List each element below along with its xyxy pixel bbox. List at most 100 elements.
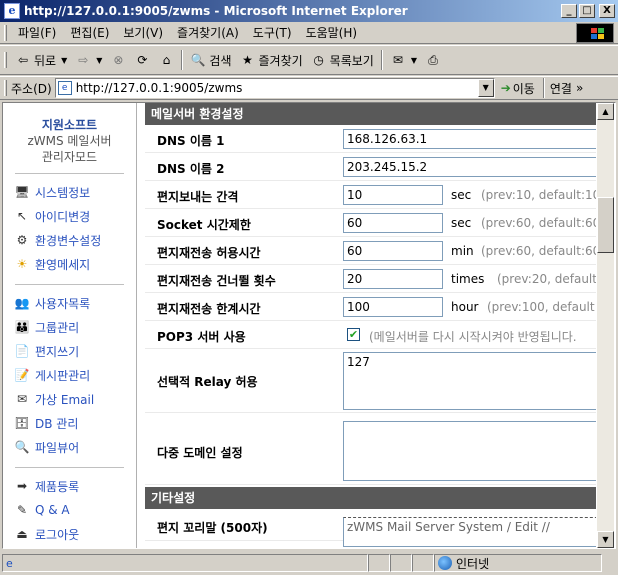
sidebar-item-virtual-email[interactable]: ✉ 가상 Email <box>3 387 136 411</box>
sidebar-item-product-register[interactable]: ➡ 제품등록 <box>3 474 136 498</box>
scroll-down-icon[interactable]: ▼ <box>597 531 614 548</box>
search-icon: 🔍 <box>190 53 206 67</box>
maximize-button[interactable]: □ <box>579 4 595 18</box>
home-button[interactable]: ⌂ <box>154 49 178 71</box>
dns1-input[interactable]: 168.126.63.1 <box>343 129 596 149</box>
status-bar: e 인터넷 <box>0 551 618 575</box>
document-icon: 📄 <box>14 344 30 358</box>
refresh-button[interactable]: ⟳ <box>130 49 154 71</box>
links-more-icon[interactable]: » <box>576 81 583 95</box>
back-button[interactable]: ⇦ 뒤로 ▼ <box>11 49 71 72</box>
address-label: 주소(D) <box>11 81 52 96</box>
sidebar-item-label: 편지쓰기 <box>35 344 80 359</box>
nav-group-system: 🖥 시스템정보 ↖ 아이디변경 ⚙ 환경변수설정 ☀ 환영메세지 <box>3 174 136 276</box>
sidebar-item-file-viewer[interactable]: 🔍 파일뷰어 <box>3 435 136 459</box>
menu-favorites[interactable]: 즐겨찾기(A) <box>170 22 246 43</box>
sidebar-item-welcome-message[interactable]: ☀ 환영메세지 <box>3 252 136 276</box>
sidebar-item-label: 그룹관리 <box>35 320 80 335</box>
sidebar-item-change-id[interactable]: ↖ 아이디변경 <box>3 204 136 228</box>
pop3-label: POP3 서버 사용 <box>157 330 246 344</box>
sidebar-item-label: 게시판관리 <box>35 368 91 383</box>
scroll-up-icon[interactable]: ▲ <box>597 103 614 120</box>
address-grip <box>4 80 7 96</box>
sidebar-item-label: 환영메세지 <box>35 257 91 272</box>
sidebar-item-env-settings[interactable]: ⚙ 환경변수설정 <box>3 228 136 252</box>
row-resend-limit: 편지재전송 한계시간 100 hour (prev:100, default:1… <box>145 293 596 321</box>
favorites-button[interactable]: ★ 즐겨찾기 <box>236 49 307 72</box>
mail-dropdown-icon[interactable]: ▼ <box>411 56 417 65</box>
sidebar-item-db-management[interactable]: 🗄 DB 관리 <box>3 411 136 435</box>
minimize-button[interactable]: _ <box>561 4 577 18</box>
forward-dropdown-icon[interactable]: ▼ <box>96 56 102 65</box>
socket-timeout-input[interactable]: 60 <box>343 213 443 233</box>
send-interval-input[interactable]: 10 <box>343 185 443 205</box>
pop3-checkbox[interactable]: ✔ <box>347 328 360 341</box>
menu-tools[interactable]: 도구(T) <box>246 22 299 43</box>
users-icon: 👥 <box>14 296 30 310</box>
resend-limit-input[interactable]: 100 <box>343 297 443 317</box>
sidebar-item-label: 가상 Email <box>35 392 95 407</box>
status-pane-3 <box>412 554 434 572</box>
search-button[interactable]: 🔍 검색 <box>186 49 235 72</box>
sidebar-item-write-mail[interactable]: 📄 편지쓰기 <box>3 339 136 363</box>
sidebar-item-board-management[interactable]: 📝 게시판관리 <box>3 363 136 387</box>
admin-sidebar: 지원소프트 zWMS 메일서버 관리자모드 🖥 시스템정보 ↖ 아이디변경 ⚙ … <box>3 103 137 548</box>
address-dropdown-icon[interactable]: ▼ <box>477 79 494 97</box>
database-icon: 🗄 <box>14 416 30 430</box>
socket-timeout-hint: (prev:60, default:60) <box>481 216 596 230</box>
status-main: e <box>2 554 368 572</box>
history-icon: ◷ <box>313 53 324 67</box>
resend-skip-input[interactable]: 20 <box>343 269 443 289</box>
print-button[interactable]: ⎙ <box>421 49 445 71</box>
notebook-icon: 📝 <box>14 368 30 382</box>
menu-file[interactable]: 파일(F) <box>11 22 63 43</box>
home-icon: ⌂ <box>162 53 171 67</box>
resend-allow-input[interactable]: 60 <box>343 241 443 261</box>
sidebar-item-label: 시스템정보 <box>35 185 91 200</box>
multi-domain-textarea[interactable] <box>343 421 596 481</box>
sidebar-item-label: DB 관리 <box>35 416 79 431</box>
relay-textarea[interactable]: 127 <box>343 352 596 410</box>
sidebar-item-label: 아이디변경 <box>35 209 91 224</box>
scroll-thumb[interactable] <box>597 197 614 253</box>
stop-button[interactable]: ⊗ <box>106 49 130 71</box>
socket-timeout-unit: sec <box>451 216 472 230</box>
signature-textarea[interactable]: zWMS Mail Server System / Edit // <box>343 517 596 547</box>
resend-skip-unit: times <box>451 272 485 286</box>
row-dns2: DNS 이름 2 203.245.15.2 <box>145 153 596 181</box>
sidebar-item-label: Q & A <box>35 503 70 517</box>
sidebar-item-system-info[interactable]: 🖥 시스템정보 <box>3 180 136 204</box>
forward-button[interactable]: ⇨ ▼ <box>71 49 106 71</box>
favorites-icon: ★ <box>242 53 253 67</box>
status-zone: 인터넷 <box>434 554 602 572</box>
sidebar-item-group-management[interactable]: 👪 그룹관리 <box>3 315 136 339</box>
brand-mode: 관리자모드 <box>41 150 98 164</box>
sidebar-item-user-list[interactable]: 👥 사용자목록 <box>3 291 136 315</box>
mail-button[interactable]: ✉ ▼ <box>386 49 421 71</box>
resend-allow-hint: (prev:60, default:60) <box>481 244 596 258</box>
status-pane-1 <box>368 554 390 572</box>
resend-limit-hint: (prev:100, default:10 <box>487 300 596 314</box>
brand-block: 지원소프트 zWMS 메일서버 관리자모드 <box>3 103 136 165</box>
history-button[interactable]: ◷ 목록보기 <box>307 49 378 72</box>
back-dropdown-icon[interactable]: ▼ <box>61 56 67 65</box>
go-button[interactable]: ➔ 이동 <box>501 80 535 97</box>
menu-help[interactable]: 도움말(H) <box>299 22 365 43</box>
logout-icon: ⏏ <box>16 527 28 541</box>
menu-edit[interactable]: 편집(E) <box>63 22 116 43</box>
ie-icon: e <box>4 3 20 19</box>
resend-skip-hint: (prev:20, default:20) <box>497 272 596 286</box>
brand-product: zWMS 메일서버 <box>27 134 112 148</box>
page-icon: e <box>57 81 72 95</box>
menu-view[interactable]: 보기(V) <box>116 22 170 43</box>
links-button[interactable]: 연결 <box>550 80 572 97</box>
section-header-mail-settings: 메일서버 환경설정 <box>145 103 596 125</box>
sidebar-item-qa[interactable]: ✎ Q & A <box>3 498 136 522</box>
address-input[interactable]: e http://127.0.0.1:9005/zwms ▼ <box>54 78 495 98</box>
dns2-input[interactable]: 203.245.15.2 <box>343 157 596 177</box>
vertical-scrollbar[interactable]: ▲ ▼ <box>597 103 614 548</box>
status-pane-2 <box>390 554 412 572</box>
close-button[interactable]: X <box>599 4 615 18</box>
sidebar-item-logout[interactable]: ⏏ 로그아웃 <box>3 522 136 546</box>
row-resend-allow: 편지재전송 허용시간 60 min (prev:60, default:60) <box>145 237 596 265</box>
